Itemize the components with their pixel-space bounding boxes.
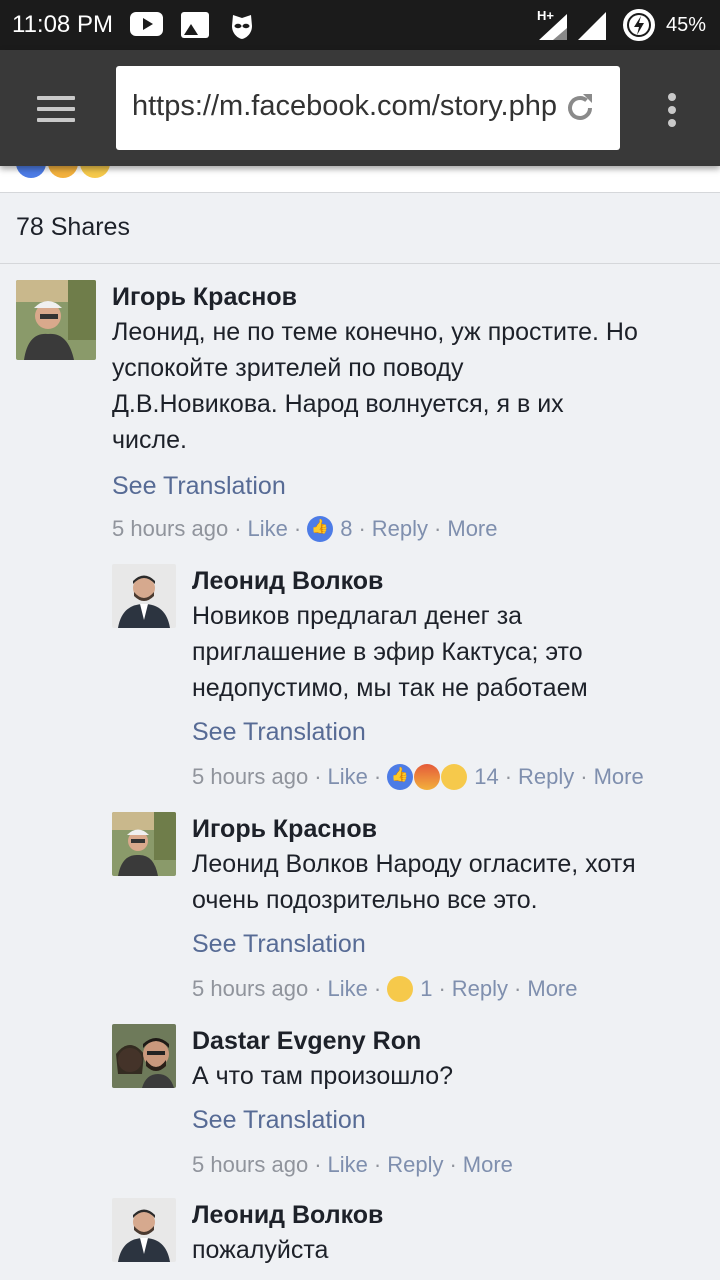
avatar[interactable] — [112, 564, 176, 628]
avatar[interactable] — [16, 280, 96, 360]
comment-meta: 5 hours ago · Like · 8 · Reply · More — [112, 516, 498, 542]
status-time: 11:08 PM — [12, 11, 113, 38]
wow-reaction-icon — [80, 166, 110, 178]
reload-icon[interactable] — [562, 90, 598, 126]
wifi-signal-icon — [578, 12, 606, 40]
like-button[interactable]: Like — [248, 516, 288, 542]
comment-text: Леонид Волков Народу огласите, хотя очен… — [192, 850, 636, 914]
more-vert-icon[interactable] — [666, 93, 678, 127]
more-button[interactable]: More — [527, 976, 577, 1002]
reply-button[interactable]: Reply — [452, 976, 508, 1002]
angry-reaction-icon — [48, 166, 78, 178]
comment: Игорь Краснов Леонид, не по теме конечно… — [16, 280, 720, 550]
avatar[interactable] — [112, 812, 176, 876]
address-bar[interactable]: https://m.facebook.com/story.php — [116, 66, 620, 150]
avatar[interactable] — [112, 1024, 176, 1088]
reply: Леонид Волков пожалуйста — [112, 1198, 720, 1280]
wow-reaction-icon — [441, 764, 468, 790]
youtube-icon — [130, 12, 163, 36]
url-text[interactable]: https://m.facebook.com/story.php — [132, 90, 556, 123]
avatar[interactable] — [112, 1198, 176, 1262]
reply-button[interactable]: Reply — [387, 1152, 443, 1178]
comment-meta: 5 hours ago · Like · Reply · More — [192, 1152, 513, 1178]
comment-time[interactable]: 5 hours ago — [112, 516, 228, 542]
comment-time[interactable]: 5 hours ago — [192, 764, 308, 790]
see-translation-link[interactable]: See Translation — [192, 718, 366, 747]
like-button[interactable]: Like — [328, 1152, 368, 1178]
reaction-count[interactable]: 1 — [420, 976, 432, 1002]
more-button[interactable]: More — [447, 516, 497, 542]
comment-author[interactable]: Dastar Evgeny Ron — [192, 1027, 421, 1056]
reaction-count[interactable]: 14 — [474, 764, 498, 790]
reply: Леонид Волков Новиков предлагал денег за… — [112, 564, 720, 804]
shares-row[interactable]: 78 Shares — [0, 192, 720, 264]
comment-meta: 5 hours ago · Like · 14 · Reply · More — [192, 764, 644, 790]
image-icon — [181, 12, 209, 38]
comment-text: Леонид, не по теме конечно, уж простите.… — [112, 318, 638, 454]
signal-icon — [539, 14, 567, 40]
comment-author[interactable]: Леонид Волков — [192, 567, 383, 596]
like-button[interactable]: Like — [328, 976, 368, 1002]
post-reactions[interactable] — [0, 166, 720, 192]
more-button[interactable]: More — [463, 1152, 513, 1178]
incognito-mask-icon — [232, 15, 252, 39]
comment-time[interactable]: 5 hours ago — [192, 976, 308, 1002]
shares-count[interactable]: 78 Shares — [16, 213, 130, 242]
browser-toolbar: https://m.facebook.com/story.php — [0, 50, 720, 166]
comment-text: А что там произошло? — [192, 1062, 453, 1090]
comment-text: Новиков предлагал денег за приглашение в… — [192, 602, 588, 702]
reply-button[interactable]: Reply — [518, 764, 574, 790]
comment-author[interactable]: Игорь Краснов — [192, 815, 377, 844]
angry-reaction-icon — [414, 764, 441, 790]
see-translation-link[interactable]: See Translation — [192, 1106, 366, 1135]
comment-time[interactable]: 5 hours ago — [192, 1152, 308, 1178]
reply-button[interactable]: Reply — [372, 516, 428, 542]
comment-text: пожалуйста — [192, 1236, 329, 1264]
like-reaction-icon — [307, 516, 334, 542]
menu-icon[interactable] — [37, 96, 75, 122]
like-reaction-icon — [387, 764, 414, 790]
sad-reaction-icon — [387, 976, 414, 1002]
reaction-count[interactable]: 8 — [340, 516, 352, 542]
comment-author[interactable]: Леонид Волков — [192, 1201, 383, 1230]
battery-percent: 45% — [666, 14, 707, 36]
see-translation-link[interactable]: See Translation — [192, 930, 366, 959]
see-translation-link[interactable]: See Translation — [112, 472, 286, 501]
battery-charging-icon — [623, 9, 655, 41]
like-button[interactable]: Like — [328, 764, 368, 790]
comment-author[interactable]: Игорь Краснов — [112, 283, 297, 312]
more-button[interactable]: More — [594, 764, 644, 790]
reply: Игорь Краснов Леонид Волков Народу оглас… — [112, 812, 720, 1012]
reply: Dastar Evgeny Ron А что там произошло? S… — [112, 1024, 720, 1194]
like-reaction-icon — [16, 166, 46, 178]
comment-meta: 5 hours ago · Like · 1 · Reply · More — [192, 976, 578, 1002]
status-bar: 11:08 PM H+ 45% — [0, 0, 720, 50]
